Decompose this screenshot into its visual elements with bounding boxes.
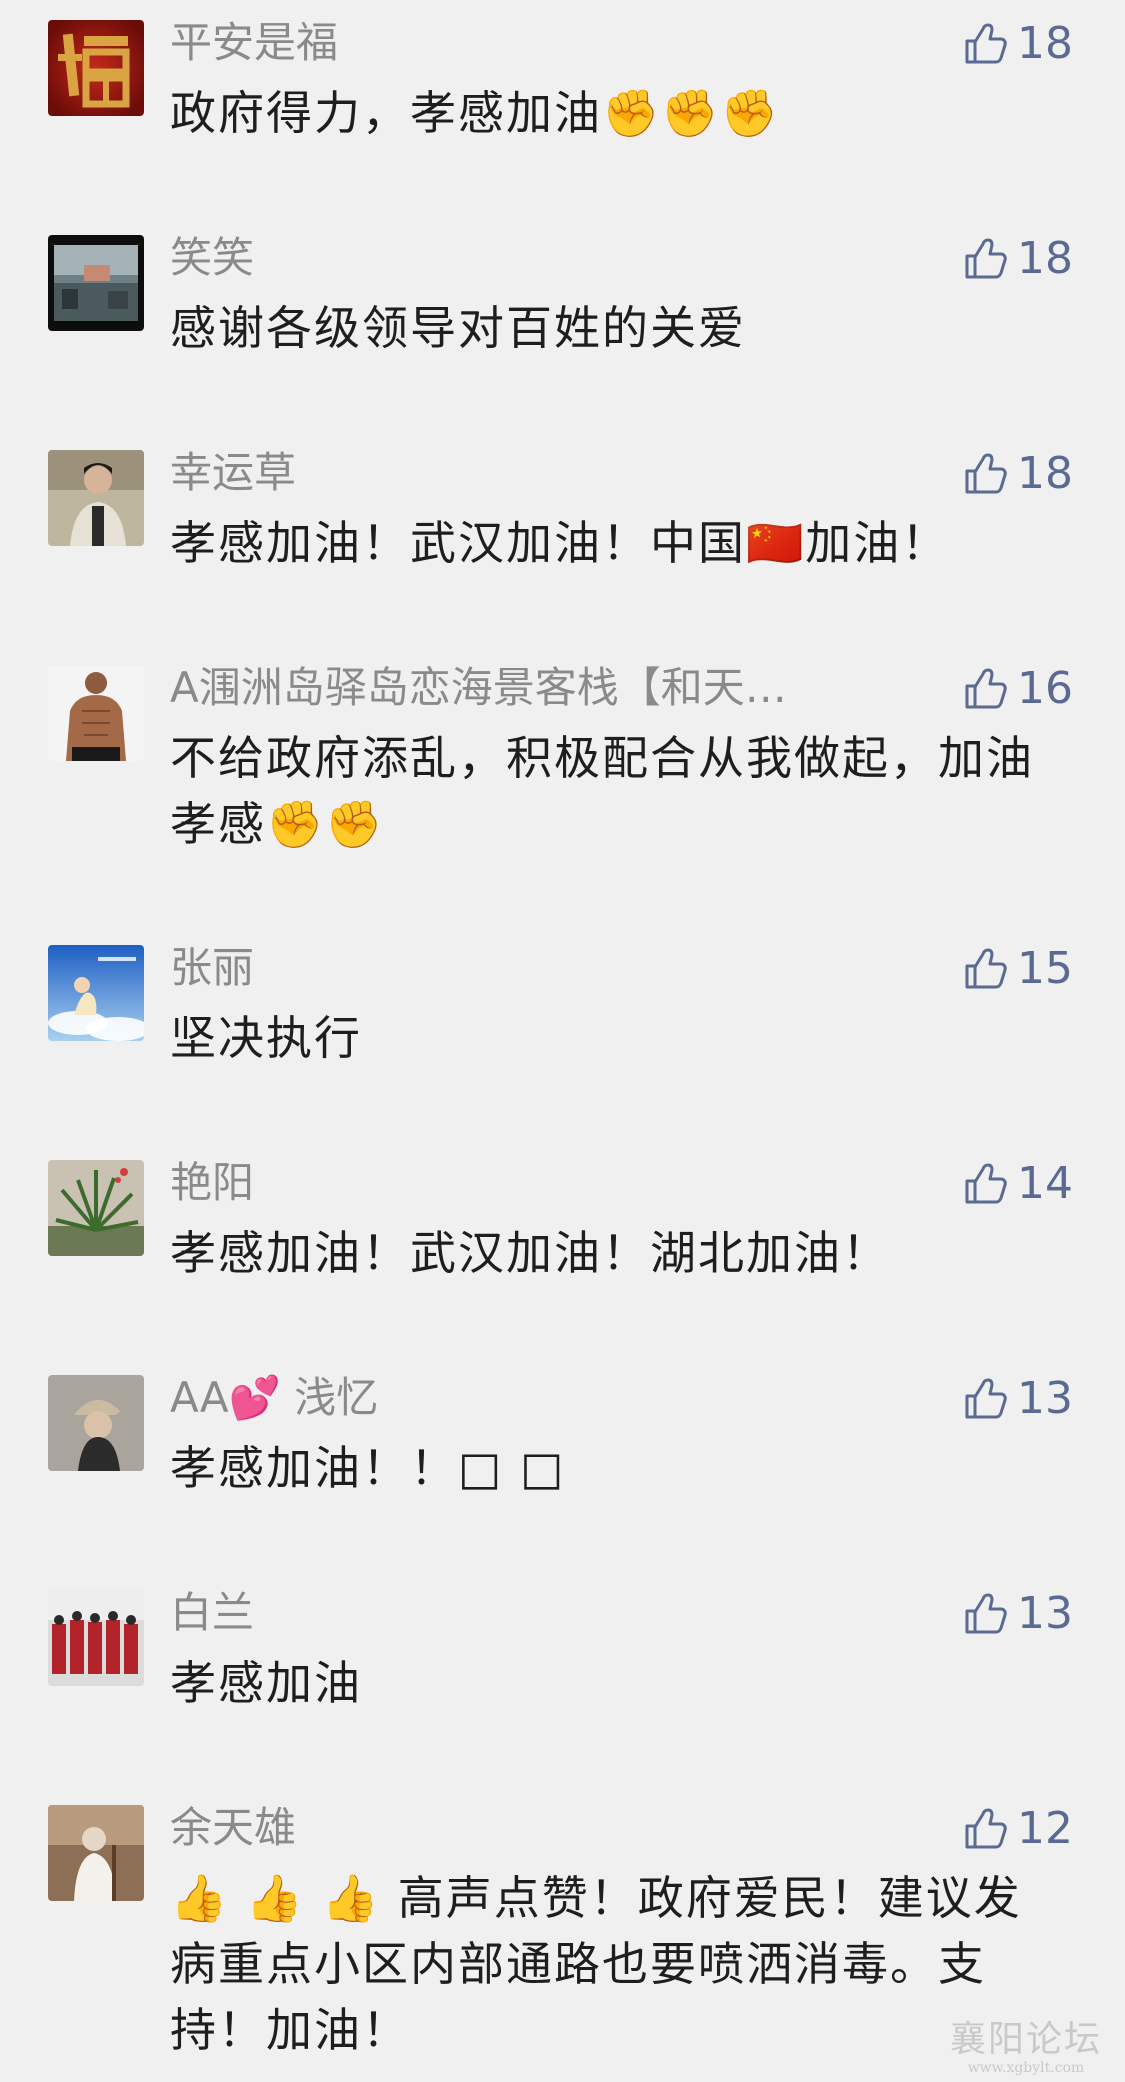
muscle-man-avatar-icon (48, 665, 144, 761)
avatar[interactable] (48, 665, 144, 761)
like-button[interactable]: 12 (961, 1801, 1073, 1857)
comment-text: 孝感加油 (170, 1656, 362, 1710)
like-count: 18 (1017, 448, 1073, 499)
watermark-url: www.xgbylt.com (967, 2060, 1085, 2076)
username[interactable]: 艳阳 (170, 1156, 860, 1210)
elder-photo-avatar-icon (48, 1805, 144, 1901)
sky-figure-avatar-icon (48, 945, 144, 1041)
username[interactable]: AA💕 浅忆 (170, 1371, 860, 1425)
like-count: 13 (1017, 1373, 1073, 1424)
avatar[interactable] (48, 1590, 144, 1686)
thumbs-up-icon (961, 450, 1009, 498)
comment-text: 政府得力，孝感加油✊✊✊ (170, 86, 780, 140)
comment-text: 孝感加油！！□ □ (170, 1441, 566, 1495)
person-photo-avatar-icon (48, 450, 144, 546)
username[interactable]: 笑笑 (170, 231, 860, 285)
thumbs-up-icon (961, 1375, 1009, 1423)
thumbs-up-icon (961, 20, 1009, 68)
fu-character-avatar-icon (48, 20, 144, 116)
comment-text: 孝感加油！武汉加油！湖北加油！ (170, 1226, 890, 1280)
like-button[interactable]: 18 (961, 446, 1073, 502)
avatar[interactable] (48, 1805, 144, 1901)
like-button[interactable]: 18 (961, 16, 1073, 72)
username[interactable]: 张丽 (170, 941, 860, 995)
comment-text: 坚决执行 (170, 1011, 362, 1065)
like-count: 14 (1017, 1158, 1073, 1209)
woman-cap-avatar-icon (48, 1375, 144, 1471)
comment-text: 不给政府添乱，积极配合从我做起，加油孝感✊✊ (170, 731, 1034, 851)
building-photo-avatar-icon (48, 235, 144, 331)
thumbs-up-icon (961, 945, 1009, 993)
avatar[interactable] (48, 20, 144, 116)
thumbs-up-icon (961, 665, 1009, 713)
avatar[interactable] (48, 1375, 144, 1471)
like-count: 12 (1017, 1803, 1073, 1854)
thumbs-up-icon (961, 1590, 1009, 1638)
like-button[interactable]: 15 (961, 941, 1073, 997)
like-count: 15 (1017, 943, 1073, 994)
avatar[interactable] (48, 1160, 144, 1256)
group-photo-avatar-icon (48, 1590, 144, 1686)
like-button[interactable]: 14 (961, 1156, 1073, 1212)
like-count: 13 (1017, 1588, 1073, 1639)
username[interactable]: 幸运草 (170, 446, 860, 500)
username[interactable]: A涠洲岛驿岛恋海景客栈【和天… (170, 661, 860, 715)
watermark-title: 襄阳论坛 (949, 2019, 1102, 2060)
like-button[interactable]: 16 (961, 661, 1073, 717)
username[interactable]: 白兰 (170, 1586, 860, 1640)
thumbs-up-icon (961, 235, 1009, 283)
username[interactable]: 平安是福 (170, 16, 860, 70)
site-watermark: 襄阳论坛 www.xgbylt.com (941, 2019, 1111, 2077)
like-button[interactable]: 18 (961, 231, 1073, 287)
like-count: 18 (1017, 233, 1073, 284)
plant-photo-avatar-icon (48, 1160, 144, 1256)
username[interactable]: 余天雄 (170, 1801, 860, 1855)
avatar[interactable] (48, 945, 144, 1041)
avatar[interactable] (48, 450, 144, 546)
thumbs-up-icon (961, 1805, 1009, 1853)
like-button[interactable]: 13 (961, 1586, 1073, 1642)
like-count: 18 (1017, 18, 1073, 69)
like-button[interactable]: 13 (961, 1371, 1073, 1427)
avatar[interactable] (48, 235, 144, 331)
comment-text: 👍 👍 👍 高声点赞！政府爱民！建议发病重点小区内部通路也要喷洒消毒。支持！加油… (170, 1871, 1022, 2057)
thumbs-up-icon (961, 1160, 1009, 1208)
comment-text: 感谢各级领导对百姓的关爱 (170, 301, 746, 355)
comment-text: 孝感加油！武汉加油！中国🇨🇳加油！ (170, 516, 950, 570)
like-count: 16 (1017, 663, 1073, 714)
